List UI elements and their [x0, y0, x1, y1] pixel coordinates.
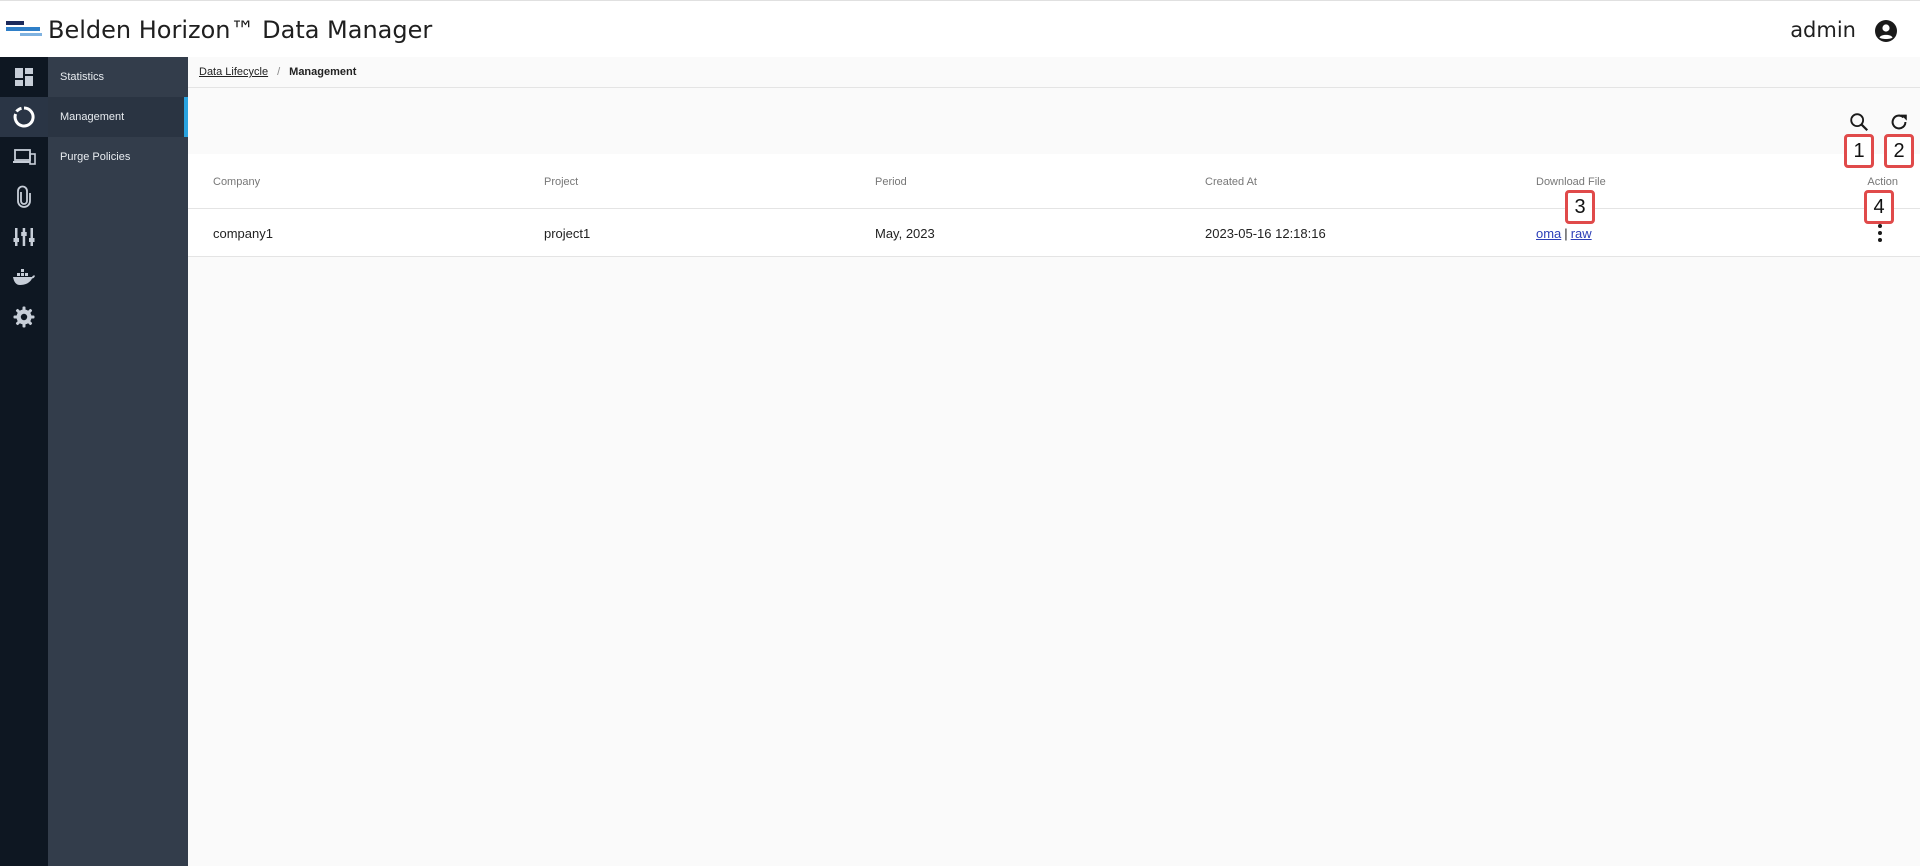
column-header-project[interactable]: Project	[544, 176, 578, 188]
subnav-item-management[interactable]: Management	[48, 97, 188, 137]
column-header-company[interactable]: Company	[213, 176, 260, 188]
rail-item-data-lifecycle[interactable]	[0, 97, 48, 137]
user-name[interactable]: admin	[1790, 18, 1856, 42]
annotation-marker-4: 4	[1864, 190, 1894, 224]
subnav-item-statistics[interactable]: Statistics	[48, 57, 188, 97]
annotation-marker-1: 1	[1844, 134, 1874, 168]
annotation-marker-3: 3	[1565, 190, 1595, 224]
rail-item-dashboard[interactable]	[0, 57, 48, 97]
rail-item-equalizer[interactable]	[0, 217, 48, 257]
table-row: company1 project1 May, 2023 2023-05-16 1…	[188, 209, 1920, 257]
more-vertical-icon[interactable]	[1870, 221, 1890, 245]
subnav-item-purge-policies[interactable]: Purge Policies	[48, 137, 188, 177]
search-icon[interactable]	[1848, 111, 1870, 133]
account-circle-icon[interactable]	[1874, 19, 1898, 43]
refresh-icon[interactable]	[1888, 111, 1910, 133]
icon-rail	[0, 57, 48, 866]
rail-item-devices[interactable]	[0, 137, 48, 177]
belden-logo-icon	[6, 21, 42, 36]
download-separator: |	[1564, 226, 1568, 241]
app-header: Belden Horizon™ Data Manager admin	[0, 0, 1920, 57]
column-header-period[interactable]: Period	[875, 176, 907, 188]
sub-sidebar: Statistics Management Purge Policies	[48, 57, 188, 866]
annotation-marker-2: 2	[1884, 134, 1914, 168]
breadcrumb: Data Lifecycle / Management	[188, 57, 1920, 88]
lifecycle-icon	[13, 106, 35, 128]
download-oma-link[interactable]: oma	[1536, 226, 1561, 241]
equalizer-icon	[13, 228, 35, 246]
dashboard-icon	[15, 68, 33, 86]
docker-icon	[13, 269, 35, 285]
attachment-icon	[17, 185, 31, 208]
cell-project: project1	[544, 226, 591, 241]
gear-icon	[13, 306, 35, 328]
breadcrumb-separator: /	[277, 66, 281, 78]
rail-item-settings[interactable]	[0, 297, 48, 337]
devices-icon	[13, 149, 36, 165]
cell-period: May, 2023	[875, 226, 935, 241]
rail-item-attachments[interactable]	[0, 177, 48, 217]
rail-item-docker[interactable]	[0, 257, 48, 297]
cell-company: company1	[213, 226, 273, 241]
app-title: Belden Horizon™ Data Manager	[48, 16, 433, 44]
column-header-download-file: Download File	[1536, 176, 1606, 188]
cell-created-at: 2023-05-16 12:18:16	[1205, 226, 1326, 241]
table-header: Company Project Period Created At Downlo…	[188, 154, 1920, 209]
breadcrumb-link-data-lifecycle[interactable]: Data Lifecycle	[199, 66, 268, 78]
column-header-created-at[interactable]: Created At	[1205, 176, 1257, 188]
lifecycle-table: Company Project Period Created At Downlo…	[188, 154, 1920, 257]
breadcrumb-current: Management	[289, 66, 357, 78]
download-raw-link[interactable]: raw	[1571, 226, 1592, 241]
cell-download-file: oma | raw	[1536, 226, 1592, 241]
column-header-action: Action	[1867, 176, 1898, 188]
main-content: Data Lifecycle / Management Company Proj…	[188, 57, 1920, 866]
